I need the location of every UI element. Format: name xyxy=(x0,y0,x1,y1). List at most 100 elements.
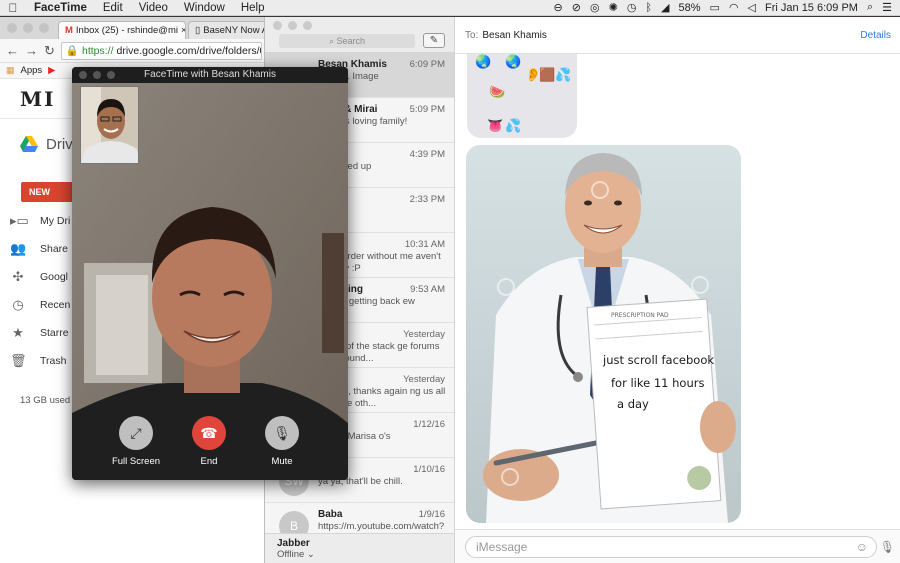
search-input[interactable]: ⌕ Search xyxy=(279,34,415,48)
doctor-photo xyxy=(483,153,736,523)
emoji-message-bubble[interactable]: 🌏 🌏 👂 🟫 💦 🍉 👅 💦 xyxy=(467,54,577,138)
account-status[interactable]: Offline ⌄ xyxy=(277,549,442,560)
creative-cloud-icon[interactable]: ◎ xyxy=(590,1,600,14)
minimize-button[interactable] xyxy=(288,21,297,30)
apps-grid-icon[interactable]: ▦ xyxy=(6,65,15,76)
conversation-name: Baba xyxy=(318,509,343,520)
mute-icon: 🎙 xyxy=(265,416,299,450)
clock-icon: ◷ xyxy=(12,297,24,312)
sync-icon[interactable]: ⊘ xyxy=(572,1,581,14)
battery-percent[interactable]: 58% xyxy=(679,2,701,14)
end-call-icon: ☎ xyxy=(192,416,226,450)
zoom-button[interactable] xyxy=(39,23,49,33)
bluetooth-icon[interactable]: ᛒ xyxy=(645,2,652,14)
conversation-time: 6:09 PM xyxy=(409,59,445,70)
search-placeholder: Search xyxy=(336,36,366,46)
sun-icon[interactable]: ✺ xyxy=(609,1,618,14)
apple-icon[interactable]:  xyxy=(0,1,26,15)
menu-app-name[interactable]: FaceTime xyxy=(26,2,95,14)
minimize-button[interactable] xyxy=(23,23,33,33)
full-screen-button[interactable]: ⤢ Full Screen xyxy=(106,416,166,467)
page-icon: ▯ xyxy=(195,25,201,36)
forward-icon[interactable]: → xyxy=(25,43,38,58)
time-machine-icon[interactable]: ◷ xyxy=(627,1,637,14)
self-view-video[interactable] xyxy=(80,86,139,164)
bookmark-apps[interactable]: Apps xyxy=(21,65,43,76)
account-name: Jabber xyxy=(277,538,310,549)
tab-inbox[interactable]: M Inbox (25) - rshinde@mi × xyxy=(58,21,186,39)
close-button[interactable] xyxy=(79,71,87,79)
prescription-line: a day xyxy=(617,397,649,411)
speaker-icon[interactable]: ◁ xyxy=(748,1,756,14)
zoom-button[interactable] xyxy=(107,71,115,79)
volume-icon[interactable]: ◢ xyxy=(661,1,669,14)
back-icon[interactable]: ← xyxy=(6,43,19,58)
control-label: End xyxy=(200,456,218,467)
sidebar-item-label: My Dri xyxy=(40,215,71,227)
sidebar-item-recent[interactable]: ◷ Recen xyxy=(10,297,70,313)
sidebar-item-starred[interactable]: ★ Starre xyxy=(10,325,68,341)
wifi-icon[interactable]: ◠ xyxy=(729,1,739,14)
image-message-bubble[interactable]: PRESCRIPTION PAD just scroll facebook fo… xyxy=(466,145,741,523)
sidebar-item-trash[interactable]: 🗑 Trash xyxy=(10,353,66,369)
do-not-disturb-icon[interactable]: ⊖ xyxy=(554,1,563,14)
compose-button[interactable]: ✎ xyxy=(423,33,445,48)
menu-video[interactable]: Video xyxy=(131,2,176,14)
fullscreen-icon: ⤢ xyxy=(119,416,153,450)
zoom-button[interactable] xyxy=(303,21,312,30)
menu-edit[interactable]: Edit xyxy=(95,2,131,14)
control-label: Full Screen xyxy=(111,456,161,467)
messages-window: ⌕ Search ✎ Besan Khamis 6:09 PM ment: 1 … xyxy=(264,17,900,563)
facetime-title: FaceTime with Besan Khamis xyxy=(144,69,276,80)
mute-button[interactable]: 🎙 Mute xyxy=(252,416,312,467)
microphone-icon[interactable]: 🎙 xyxy=(880,540,895,554)
brown-square-emoji: 🟫 xyxy=(539,67,556,82)
sidebar-item-shared[interactable]: 👥 Share xyxy=(10,241,68,257)
watermelon-emoji: 🍉 xyxy=(489,84,506,99)
spotlight-search-icon[interactable]: ⌕ xyxy=(867,1,873,14)
tab-strip: M Inbox (25) - rshinde@mi × ▯ BaseNY Now… xyxy=(0,17,278,39)
tab-label: BaseNY Now Ac xyxy=(203,25,273,36)
clock[interactable]: Fri Jan 15 6:09 PM xyxy=(765,2,858,14)
sweat-drops-emoji: 💦 xyxy=(505,118,522,133)
close-icon[interactable]: × xyxy=(181,25,185,36)
status-area: ⊖ ⊘ ◎ ✺ ◷ ᛒ ◢ 58% ▭ ◠ ◁ Fri Jan 15 6:09 … xyxy=(554,1,900,14)
details-button[interactable]: Details xyxy=(860,30,891,41)
conversation-time: Yesterday xyxy=(403,329,445,340)
sidebar-item-label: Share xyxy=(40,243,69,255)
control-label: Mute xyxy=(271,456,293,467)
imessage-input[interactable]: iMessage ☺ xyxy=(465,536,877,558)
conversation-time: 9:53 AM xyxy=(410,284,445,295)
sidebar-item-google-photos[interactable]: ✣ Googl xyxy=(10,269,68,285)
trash-icon: 🗑 xyxy=(10,353,27,368)
tab-label: Inbox (25) - rshinde@mi xyxy=(75,25,178,36)
self-view-image xyxy=(81,87,138,163)
menu-window[interactable]: Window xyxy=(176,2,233,14)
conversation-time: 5:09 PM xyxy=(409,104,445,115)
star-icon: ★ xyxy=(12,325,24,340)
minimize-button[interactable] xyxy=(93,71,101,79)
menu-bar:  FaceTime Edit Video Window Help ⊖ ⊘ ◎ … xyxy=(0,0,900,16)
youtube-icon[interactable]: ▶ xyxy=(48,65,55,76)
list-toolbar: ⌕ Search ✎ xyxy=(265,17,454,53)
reload-icon[interactable]: ↻ xyxy=(44,43,55,59)
conversation-time: 4:39 PM xyxy=(409,149,445,160)
close-button[interactable] xyxy=(7,23,17,33)
mit-logo[interactable]: MI xyxy=(20,87,56,111)
close-button[interactable] xyxy=(273,21,282,30)
prescription-line: for like 11 hours xyxy=(611,376,705,390)
url-path: drive.google.com/drive/folders/0 xyxy=(116,44,262,57)
menu-help[interactable]: Help xyxy=(233,2,273,14)
notification-center-icon[interactable]: ☰ xyxy=(882,1,892,14)
toolbar: ← → ↻ 🔒 https://drive.google.com/drive/f… xyxy=(0,39,268,63)
end-call-button[interactable]: ☎ End xyxy=(179,416,239,467)
conversation-time: 1/10/16 xyxy=(413,464,445,475)
google-drive-icon[interactable] xyxy=(20,136,38,152)
battery-icon[interactable]: ▭ xyxy=(710,1,720,14)
conversation-time: 10:31 AM xyxy=(404,239,445,250)
recipient-name[interactable]: Besan Khamis xyxy=(482,30,546,41)
sidebar-item-my-drive[interactable]: ▸▭ My Dri xyxy=(10,213,70,229)
emoji-picker-icon[interactable]: ☺ xyxy=(856,540,868,554)
window-controls xyxy=(273,21,312,30)
address-bar[interactable]: 🔒 https://drive.google.com/drive/folders… xyxy=(60,41,262,60)
